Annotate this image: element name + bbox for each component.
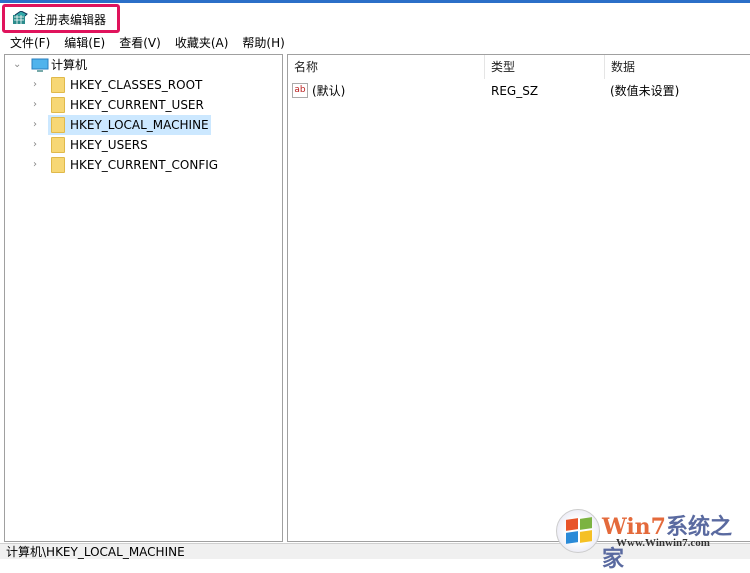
menu-favorites[interactable]: 收藏夹(A) [175,33,229,53]
folder-icon [51,77,65,93]
window-title: 注册表编辑器 [34,13,107,27]
tree-node-hklm[interactable]: › HKEY_LOCAL_MACHINE [33,115,213,135]
values-pane: 名称 类型 数据 ab (默认) REG_SZ (数值未设置) [287,54,750,542]
computer-icon [31,58,49,72]
folder-icon [51,137,65,153]
chevron-down-icon[interactable]: ⌄ [13,55,21,75]
folder-icon [51,97,65,113]
menu-view[interactable]: 查看(V) [119,33,161,53]
value-type: REG_SZ [491,84,539,98]
value-name: (默认) [312,84,346,98]
tree-label: HKEY_CLASSES_ROOT [70,78,203,92]
menu-edit[interactable]: 编辑(E) [64,33,105,53]
menu-bar: 文件(F) 编辑(E) 查看(V) 收藏夹(A) 帮助(H) [0,33,750,53]
menu-file[interactable]: 文件(F) [10,33,50,53]
column-header-name[interactable]: 名称 [288,55,485,79]
tree-label: HKEY_CURRENT_CONFIG [70,158,219,172]
tree-pane: ⌄ 计算机 › HKEY_CLASSES_ROOT › HKEY_CURRENT… [4,54,283,542]
tree-label: HKEY_LOCAL_MACHINE [70,118,209,132]
folder-icon [51,117,65,133]
tree-label: HKEY_CURRENT_USER [70,98,204,112]
tree-label: HKEY_USERS [70,138,148,152]
table-row[interactable]: ab (默认) REG_SZ (数值未设置) [292,81,742,101]
tree-label: 计算机 [51,58,88,72]
chevron-right-icon[interactable]: › [33,75,37,95]
column-header-data[interactable]: 数据 [605,55,750,79]
menu-help[interactable]: 帮助(H) [242,33,284,53]
string-value-icon: ab [292,83,308,98]
watermark-url: Www.Winwin7.com [616,537,710,549]
windows-logo-icon [556,509,600,553]
column-header-type[interactable]: 类型 [485,55,605,79]
value-data: (数值未设置) [610,84,680,98]
chevron-right-icon[interactable]: › [33,155,37,175]
chevron-right-icon[interactable]: › [33,135,37,155]
chevron-right-icon[interactable]: › [33,115,37,135]
title-bar: 注册表编辑器 [0,3,750,33]
folder-icon [51,157,65,173]
regedit-icon [13,11,28,24]
chevron-right-icon[interactable]: › [33,95,37,115]
watermark-logo: Win7系统之家 Www.Winwin7.com [556,505,746,572]
